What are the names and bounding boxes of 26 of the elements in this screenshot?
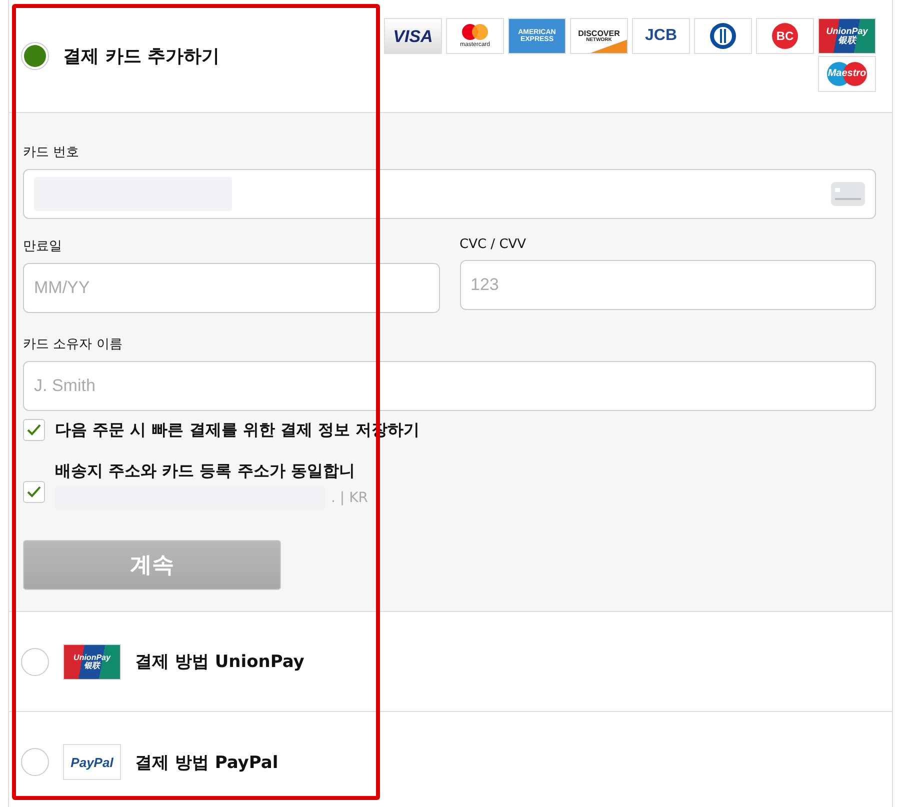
radio-button[interactable] xyxy=(21,748,49,776)
payment-logo: PayPal xyxy=(63,744,121,780)
checkbox[interactable] xyxy=(23,419,45,441)
expiry-field[interactable]: MM/YY xyxy=(23,263,440,313)
card-number-field[interactable] xyxy=(23,169,876,219)
card-icon xyxy=(831,182,865,206)
field-label: 카드 소유자 이름 xyxy=(23,336,124,353)
radio-button[interactable] xyxy=(21,648,49,676)
card-brand-logo: VISA xyxy=(384,18,442,54)
checkbox-label: 배송지 주소와 카드 등록 주소가 동일합니 xyxy=(55,461,356,482)
option-title: 결제 방법 PayPal xyxy=(135,752,278,774)
field-label: 카드 번호 xyxy=(23,144,80,161)
option-title: 결제 카드 추가하기 xyxy=(63,45,220,68)
name-field[interactable]: J. Smith xyxy=(23,361,876,411)
card-brand-logo: BC xyxy=(756,18,814,54)
field-label: CVC / CVV xyxy=(460,237,528,252)
field-label: 만료일 xyxy=(23,238,63,255)
address-text: . | KR xyxy=(331,490,368,506)
radio-button[interactable] xyxy=(21,42,49,70)
cvc-field[interactable]: 123 xyxy=(460,260,876,310)
checkbox[interactable] xyxy=(23,481,45,503)
card-brand-logo: JCB xyxy=(632,18,690,54)
option-title: 결제 방법 UnionPay xyxy=(135,651,304,673)
card-brand-logo xyxy=(694,18,752,54)
check-icon xyxy=(27,486,41,498)
check-icon xyxy=(27,424,41,436)
